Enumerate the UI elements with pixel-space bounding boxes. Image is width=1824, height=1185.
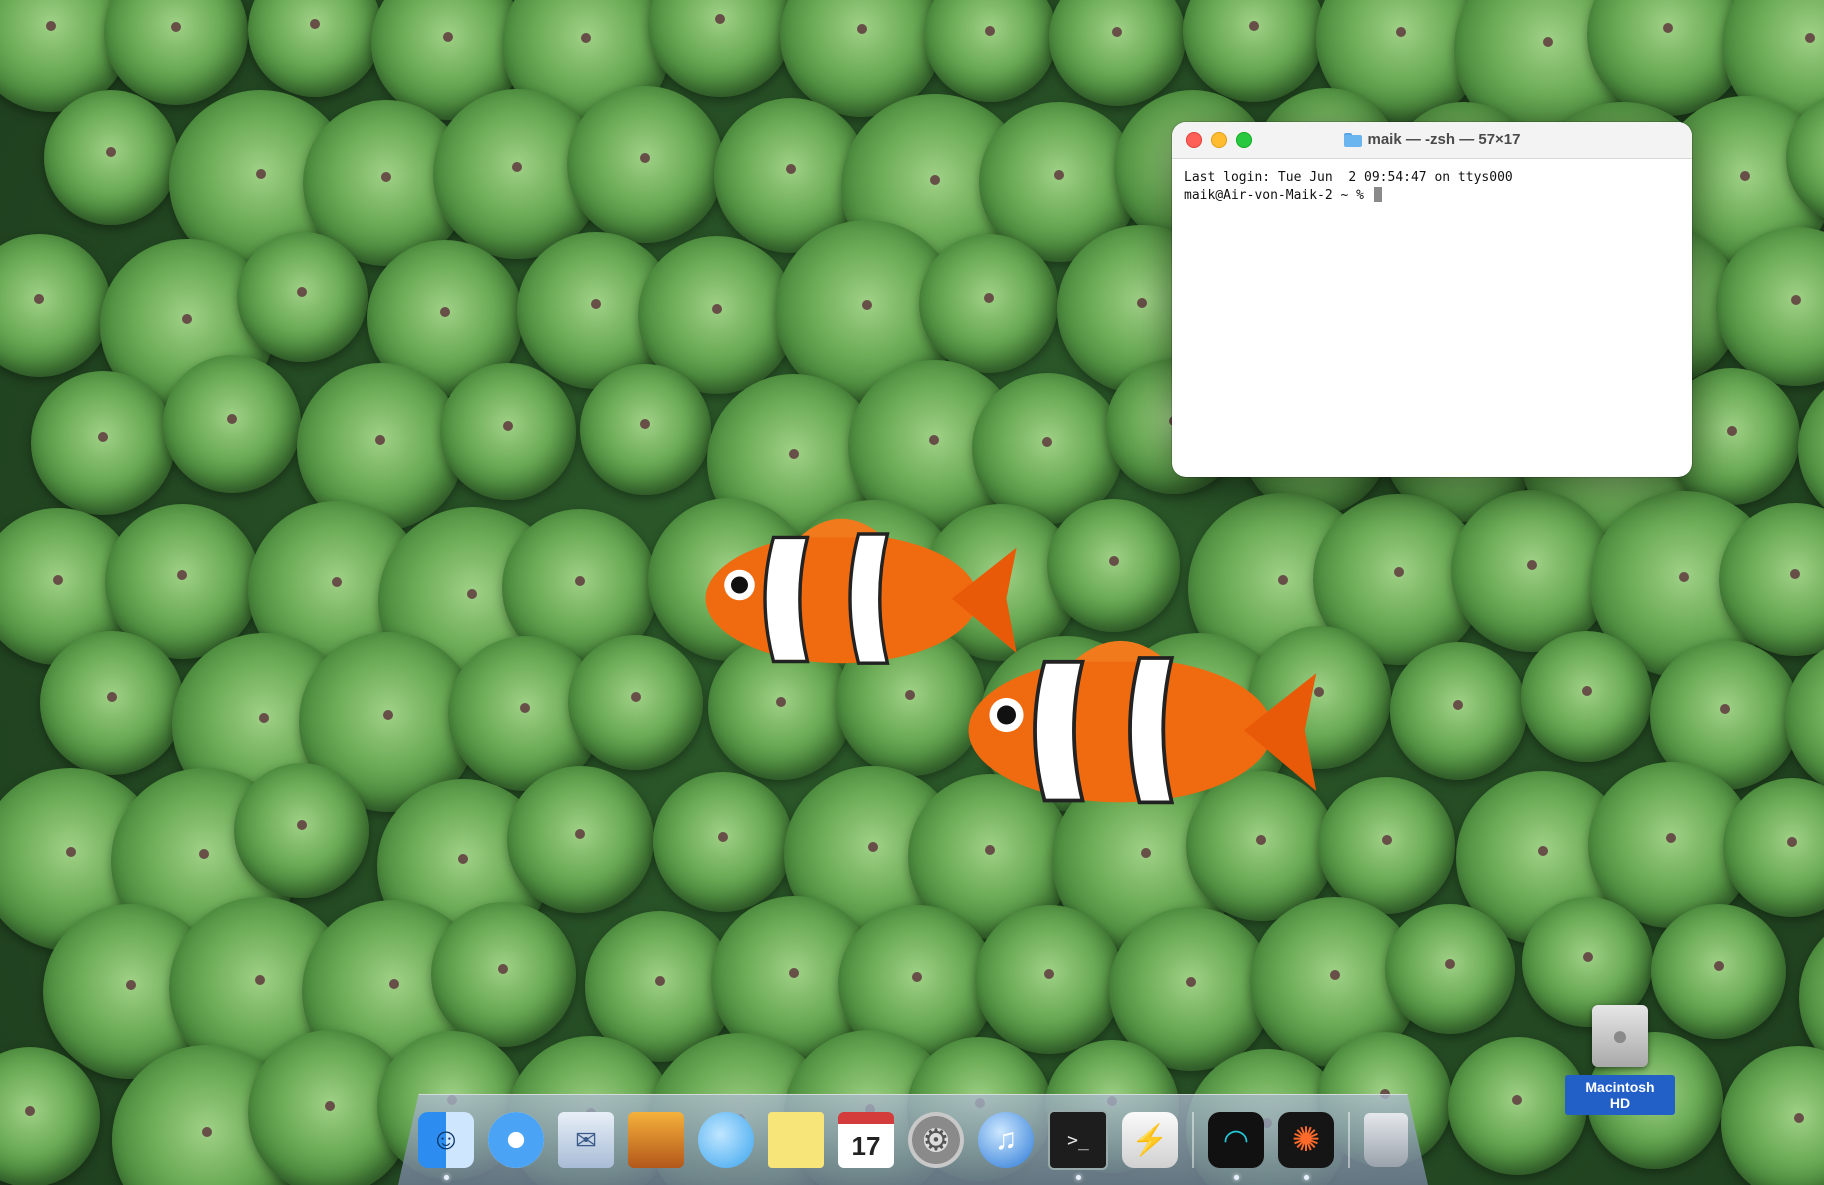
- macintosh-hd-label: Macintosh HD: [1565, 1075, 1675, 1115]
- notes-icon[interactable]: [768, 1112, 824, 1168]
- anemone-blob: [1721, 1046, 1824, 1185]
- anemone-blob: [1384, 904, 1515, 1035]
- anemone-blob: [1048, 0, 1187, 107]
- anemone-blob: [39, 631, 184, 776]
- anemone-blob: [507, 766, 654, 913]
- calendar-icon[interactable]: 17: [838, 1112, 894, 1168]
- anemone-blob: [163, 355, 302, 494]
- anemone-blob: [439, 363, 577, 500]
- star-app-icon[interactable]: ✺: [1278, 1112, 1334, 1180]
- running-indicator: [1303, 1175, 1309, 1180]
- anemone-blob: [1047, 499, 1181, 633]
- anemone-blob: [237, 231, 368, 363]
- terminal-icon[interactable]: >_: [1048, 1110, 1108, 1180]
- anemone-blob: [1183, 0, 1325, 103]
- anemone-blob: [431, 902, 576, 1047]
- anemone-blob: [974, 905, 1124, 1054]
- anemone-blob: [923, 0, 1057, 103]
- dock: ☺ ✉ 17 ⚙ ♫ >_ ⚡ ◠ ✺: [398, 1094, 1428, 1185]
- anemone-blob: [30, 370, 175, 515]
- running-indicator: [443, 1175, 449, 1180]
- system-preferences-icon[interactable]: ⚙: [908, 1112, 964, 1168]
- terminal-content[interactable]: Last login: Tue Jun 2 09:54:47 on ttys00…: [1172, 159, 1692, 215]
- window-title: maik — -zsh — 57×17: [1172, 122, 1692, 158]
- dock-separator: [1192, 1112, 1194, 1168]
- anemone-blob: [1451, 490, 1613, 653]
- anemone-blob: [1317, 776, 1456, 914]
- terminal-window[interactable]: maik — -zsh — 57×17 Last login: Tue Jun …: [1172, 122, 1692, 477]
- dock-separator: [1348, 1112, 1350, 1168]
- messages-icon[interactable]: [698, 1112, 754, 1168]
- anemone-blob: [0, 1046, 101, 1185]
- finder-icon[interactable]: ☺: [418, 1112, 474, 1180]
- iphoto-icon[interactable]: [628, 1112, 684, 1168]
- trash-icon[interactable]: [1364, 1113, 1408, 1167]
- itunes-icon[interactable]: ♫: [978, 1112, 1034, 1168]
- anemone-blob: [0, 233, 111, 377]
- anemone-blob: [43, 89, 179, 225]
- terminal-titlebar[interactable]: maik — -zsh — 57×17: [1172, 122, 1692, 159]
- last-login-line: Last login: Tue Jun 2 09:54:47 on ttys00…: [1184, 170, 1513, 185]
- folder-icon: [1343, 133, 1362, 147]
- running-indicator: [1233, 1175, 1239, 1180]
- anemone-blob: [648, 0, 793, 98]
- running-indicator: [1075, 1175, 1081, 1180]
- mail-icon[interactable]: ✉: [558, 1112, 614, 1168]
- anemone-blob: [247, 0, 383, 97]
- prompt-line[interactable]: maik@Air-von-Maik-2 ~ %: [1184, 187, 1680, 205]
- anemone-blob: [103, 0, 249, 105]
- safari-icon[interactable]: [488, 1112, 544, 1168]
- clownfish-image: [940, 620, 1320, 834]
- anemone-blob: [1520, 630, 1653, 763]
- anemone-blob: [580, 364, 711, 495]
- anemone-blob: [1784, 637, 1824, 798]
- anemone-blob: [1389, 642, 1528, 780]
- anemone-blob: [919, 233, 1059, 374]
- anemone-blob: [234, 762, 370, 898]
- wave-app-icon[interactable]: ◠: [1208, 1112, 1264, 1180]
- anemone-blob: [566, 85, 724, 243]
- text-cursor: [1373, 187, 1382, 202]
- macintosh-hd-icon[interactable]: ● Macintosh HD: [1565, 1005, 1675, 1115]
- anemone-blob: [653, 772, 793, 912]
- hard-drive-icon: ●: [1592, 1005, 1648, 1067]
- reeder-icon[interactable]: ⚡: [1122, 1112, 1178, 1168]
